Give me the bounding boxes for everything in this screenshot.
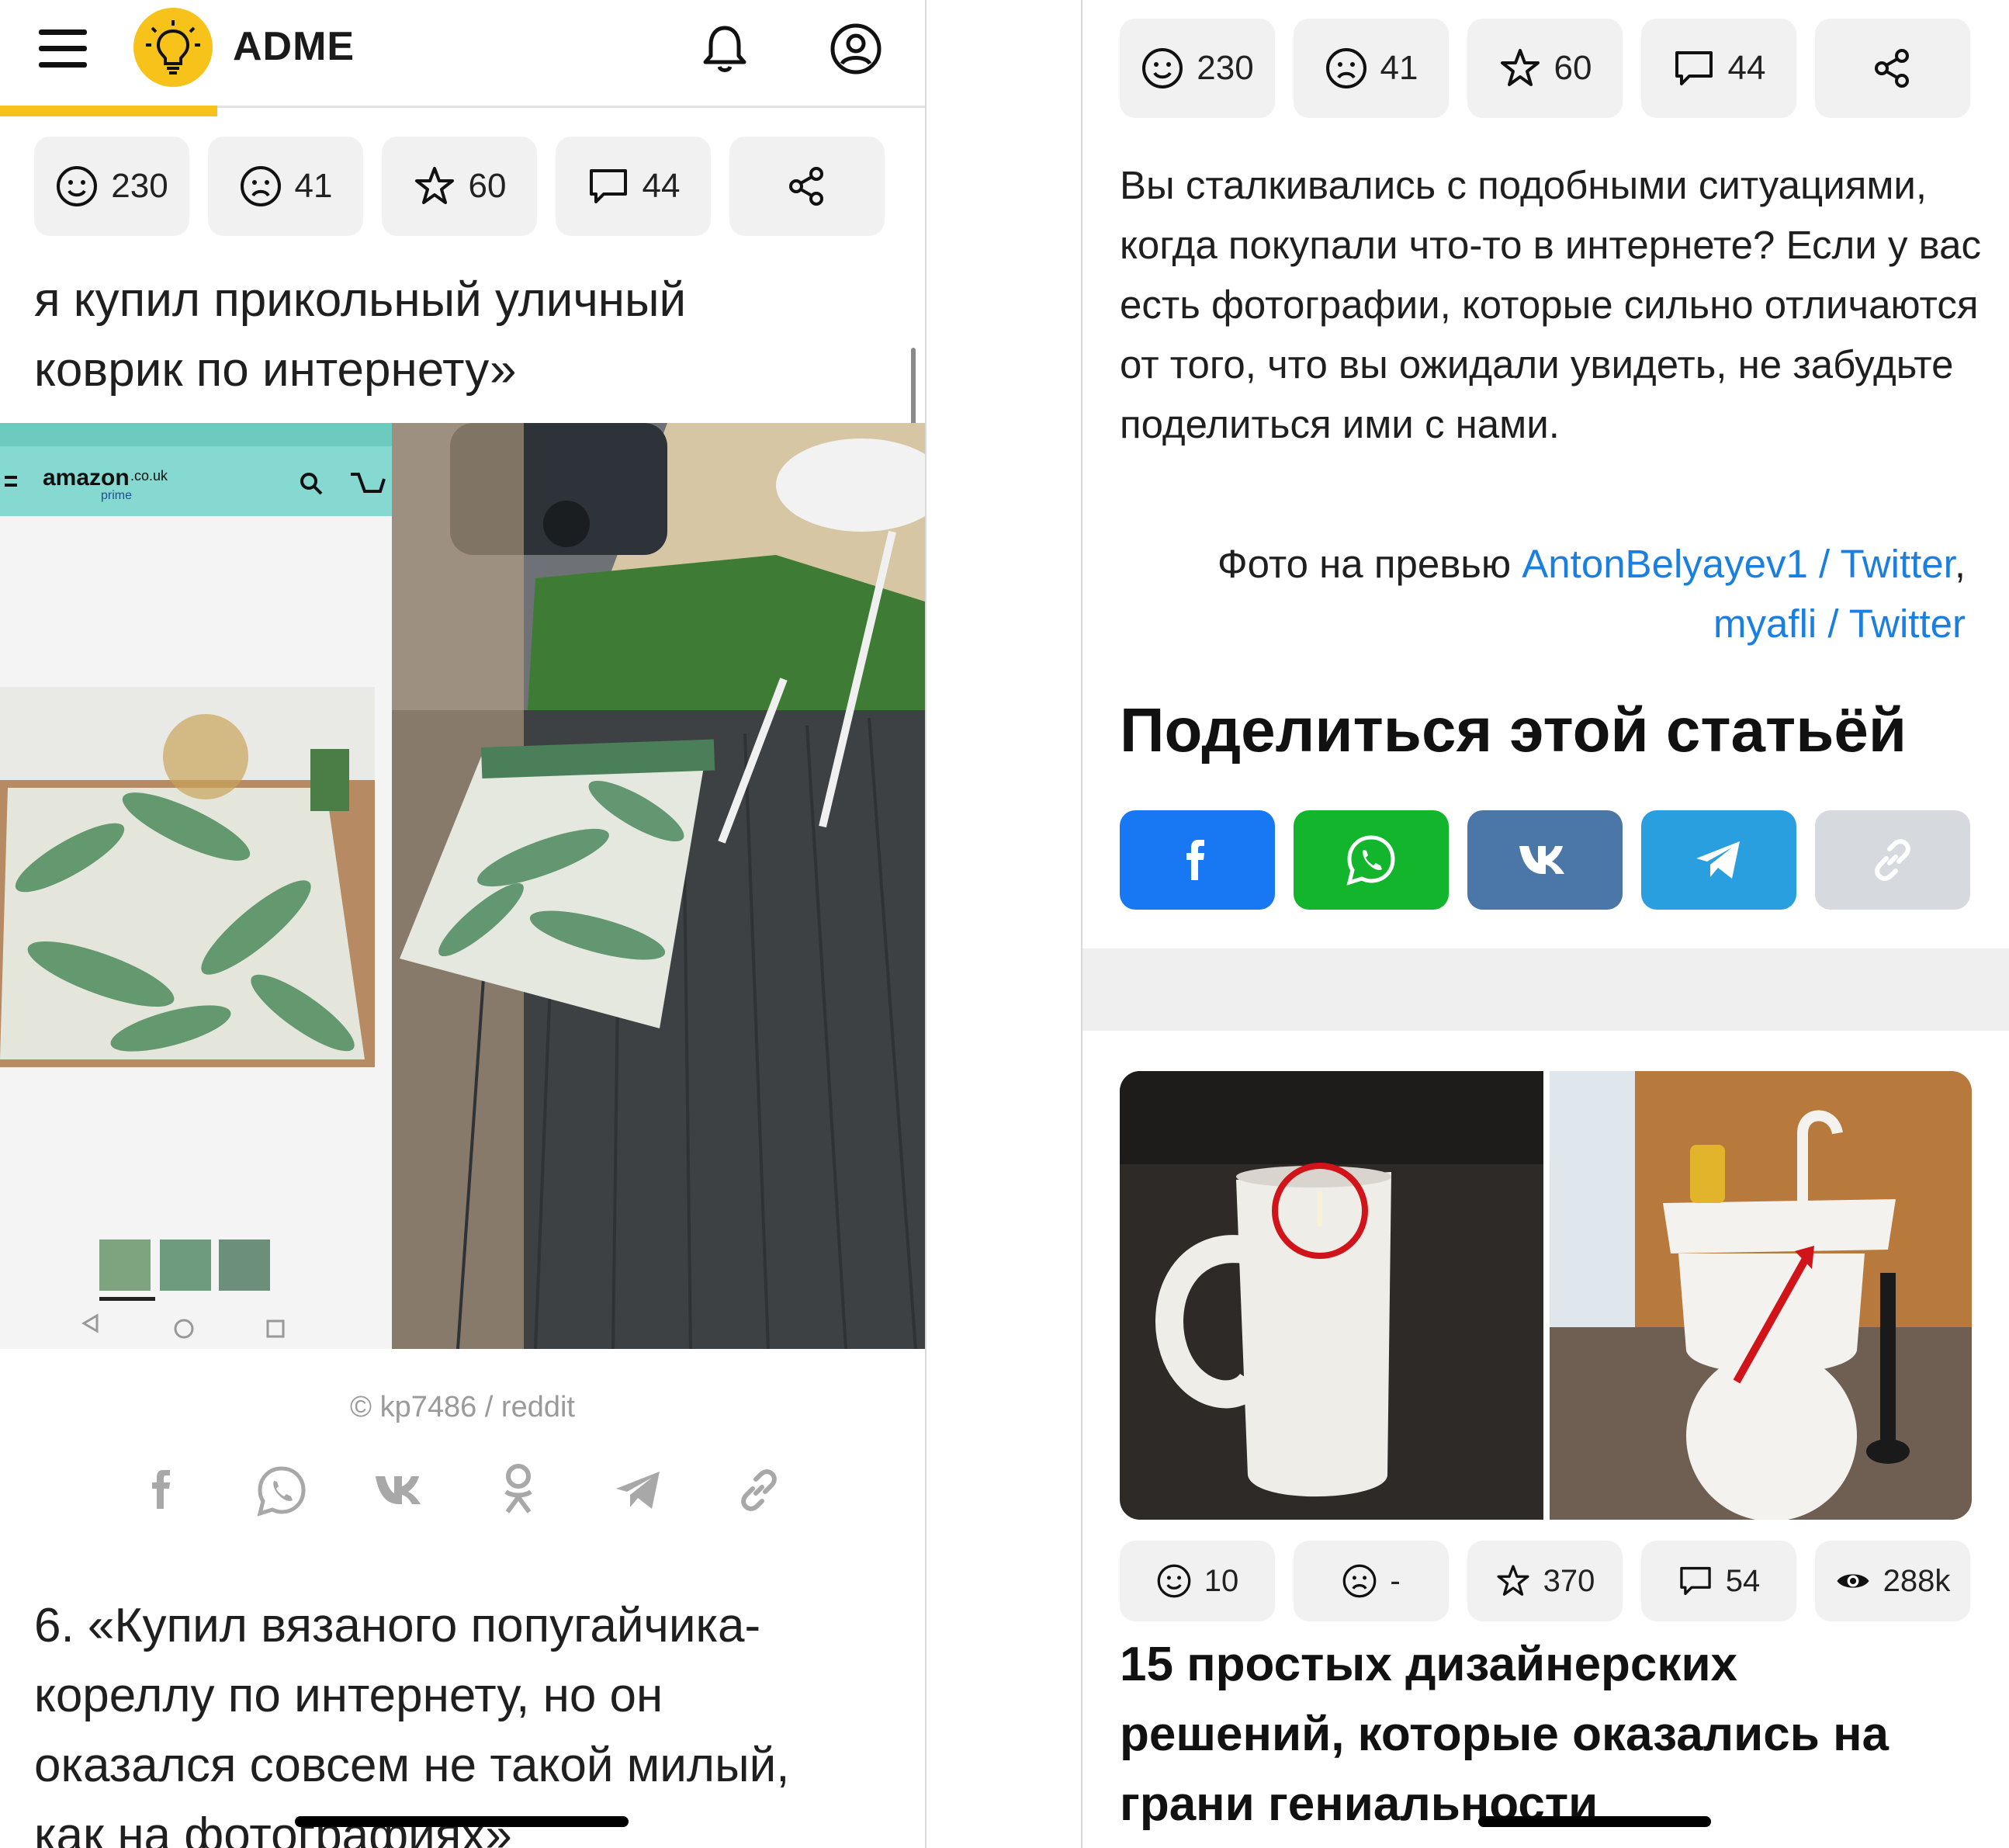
reaction-smile[interactable]: 230 [34,137,189,236]
card-stat-star[interactable]: 370 [1467,1541,1623,1621]
odnoklassniki-icon[interactable] [501,1462,535,1517]
svg-text:prime: prime [101,489,132,502]
reaction-count: 41 [1380,49,1418,87]
reaction-count: 60 [468,167,507,205]
facebook-icon[interactable] [147,1465,178,1512]
article-closing-paragraph: Вы сталкивались с подобными ситуациями, … [1120,163,1981,446]
whatsapp-icon[interactable] [256,1465,307,1517]
reaction-comments[interactable]: 44 [1641,19,1796,118]
brand-name[interactable]: ADME [233,23,355,70]
facebook-icon [1186,840,1204,880]
link-icon [1875,839,1910,881]
reaction-sad[interactable]: 41 [1294,19,1449,118]
right-screen: 230 41 60 44 Вы сталкивались с подобными… [1082,0,2009,1848]
panel-divider-left [925,0,927,1848]
smile-icon [1142,48,1183,88]
card-stat-sad[interactable]: - [1294,1541,1449,1621]
stat-value: 54 [1725,1563,1761,1598]
card-stat-views: 288k [1815,1541,1970,1621]
article-image[interactable]: amazon .co.uk prime [0,423,925,1349]
comment-icon [1680,1566,1711,1596]
reaction-star[interactable]: 60 [382,137,537,236]
sad-icon [1325,48,1366,88]
stat-value: 288k [1883,1563,1951,1598]
credit-separator: , [1954,542,1966,586]
reaction-sad[interactable]: 41 [208,137,363,236]
vk-icon[interactable] [374,1473,428,1507]
share-facebook-button[interactable] [1120,810,1275,910]
reaction-count: 44 [642,167,681,205]
reaction-count: 230 [1197,49,1254,87]
reaction-star[interactable]: 60 [1467,19,1623,118]
article-text-top: я купил прикольный уличный коврик по инт… [34,273,687,397]
reaction-count: 44 [1727,49,1766,87]
home-indicator[interactable] [295,1816,629,1827]
telegram-icon[interactable] [613,1468,664,1512]
link-icon[interactable] [736,1467,782,1513]
star-icon [414,167,454,204]
card-stat-comments[interactable]: 54 [1641,1541,1796,1621]
smile-icon [57,166,98,206]
home-indicator[interactable] [1478,1816,1711,1827]
sad-icon [240,166,281,206]
stat-value: - [1390,1563,1401,1598]
preview-photo-credit: Фото на превью AntonBelyayev1 / Twitter,… [1120,534,1966,654]
whatsapp-icon [1346,835,1395,886]
reaction-share[interactable] [729,137,885,236]
smile-icon [1157,1564,1191,1598]
article-text-bottom: 6. «Купил вязаного попугайчика-кореллу п… [34,1599,790,1848]
star-icon [1497,1565,1529,1596]
rug-photo-collage: amazon .co.uk prime [0,423,925,1349]
card-stat-smile[interactable]: 10 [1120,1541,1275,1621]
adme-logo[interactable] [133,8,213,87]
sad-icon [1342,1564,1377,1598]
lightbulb-icon [146,20,200,75]
photo-credit: © kp7486 / reddit [350,1391,575,1423]
reaction-share[interactable] [1815,19,1970,118]
credit-link-myafli[interactable]: myafli / Twitter [1713,602,1966,646]
reading-progress-bar [0,106,217,116]
svg-text:.co.uk: .co.uk [130,468,168,484]
share-icon [1875,49,1909,88]
share-copy-link-button[interactable] [1815,810,1970,910]
comment-icon [589,169,627,203]
amazon-logo: amazon [43,465,130,491]
reaction-count: 60 [1554,49,1592,87]
credit-link-antonbelyayev1[interactable]: AntonBelyayev1 / Twitter [1522,542,1955,586]
left-screen: ADME 230 41 60 44 я купил прикольный ули… [0,0,925,1848]
share-whatsapp-button[interactable] [1294,810,1449,910]
related-article-image[interactable] [1120,1071,1972,1520]
credit-prefix: Фото на превью [1217,542,1512,586]
section-separator [1082,948,2009,1031]
related-article-title[interactable]: 15 простых дизайнерских решений, которые… [1120,1630,1973,1839]
share-telegram-button[interactable] [1641,810,1796,910]
eye-icon [1837,1574,1869,1588]
share-heading: Поделиться этой статьёй [1120,695,1907,765]
share-icon [789,167,823,206]
reaction-smile[interactable]: 230 [1120,19,1275,118]
reaction-count: 41 [294,167,333,205]
account-icon[interactable] [829,22,883,76]
star-icon [1500,49,1540,86]
bell-icon[interactable] [701,23,748,75]
comment-icon [1675,51,1713,85]
vk-icon [1519,846,1564,874]
stat-value: 10 [1204,1563,1239,1598]
stat-value: 370 [1543,1563,1595,1598]
share-vk-button[interactable] [1467,810,1623,910]
top-header: ADME [0,0,925,108]
reaction-comments[interactable]: 44 [556,137,711,236]
menu-icon[interactable] [39,29,87,68]
telegram-icon [1696,841,1740,879]
related-article-photo [1120,1071,1972,1520]
reaction-count: 230 [111,167,168,205]
